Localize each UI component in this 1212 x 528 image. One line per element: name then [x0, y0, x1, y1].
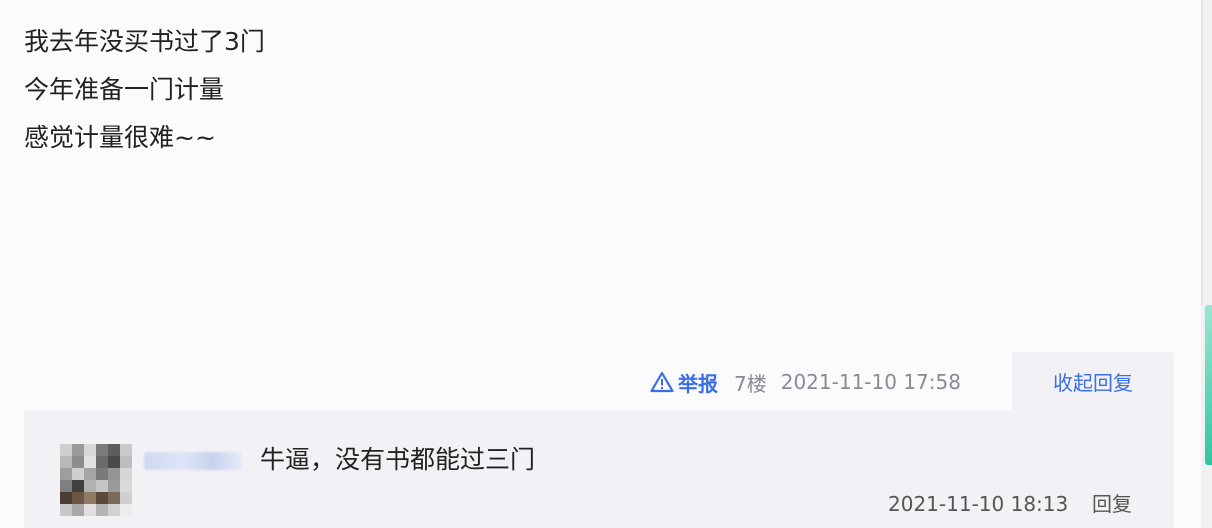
collapse-replies-button[interactable]: 收起回复: [1012, 352, 1174, 410]
warning-triangle-icon: [650, 371, 674, 393]
reply-section: 牛逼，没有书都能过三门 2021-11-10 18:13 回复: [24, 410, 1174, 528]
post-timestamp: 2021-11-10 17:58: [780, 370, 961, 394]
reply-button[interactable]: 回复: [1092, 488, 1132, 520]
username-blurred[interactable]: [144, 452, 242, 470]
post-line: 我去年没买书过了3门: [24, 27, 265, 56]
avatar[interactable]: [60, 444, 132, 516]
report-link[interactable]: 举报: [650, 368, 718, 397]
reply-timestamp: 2021-11-10 18:13: [888, 492, 1069, 516]
post-line: 今年准备一门计量: [24, 75, 225, 104]
post-meta: 举报 7楼 2021-11-10 17:58: [650, 366, 961, 398]
floor-number: 7楼: [734, 371, 767, 396]
scrollbar[interactable]: [1201, 0, 1212, 528]
scrollbar-track: [1201, 0, 1203, 305]
side-floating-widget[interactable]: [1205, 305, 1212, 465]
post-line: 感觉计量很难~~: [24, 123, 216, 152]
post-content: 我去年没买书过了3门 今年准备一门计量 感觉计量很难~~: [24, 18, 265, 162]
reply-text: 牛逼，没有书都能过三门: [260, 445, 536, 474]
report-label: 举报: [678, 371, 718, 396]
